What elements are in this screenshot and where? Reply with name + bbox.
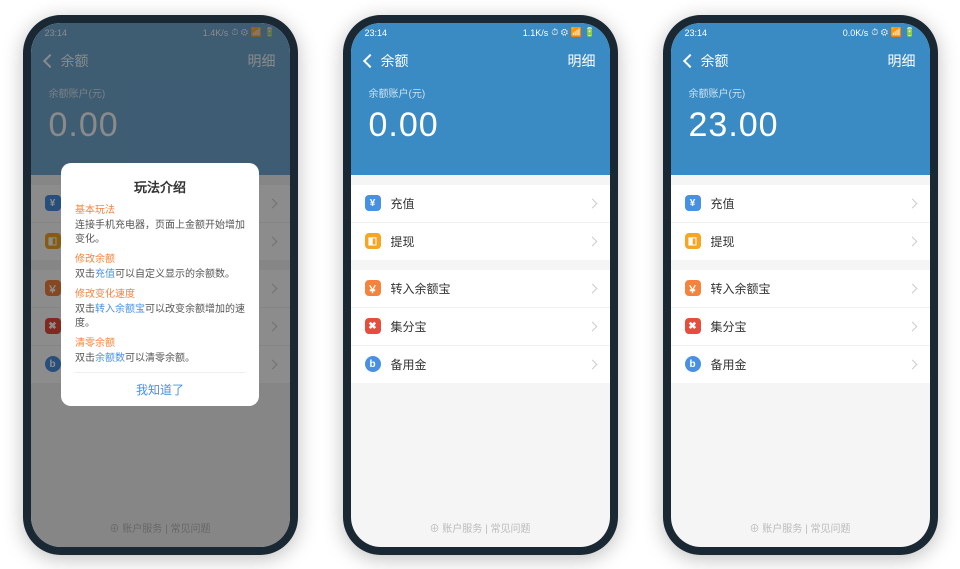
dialog-sec4-link: 余额数 xyxy=(95,353,125,364)
item-label: 转入余额宝 xyxy=(391,280,451,297)
item-label: 充值 xyxy=(391,195,415,212)
item-label: 提现 xyxy=(391,233,415,250)
list-item[interactable]: b 备用金 xyxy=(351,346,610,383)
balance-value[interactable]: 0.00 xyxy=(369,106,592,145)
footer-links[interactable]: ⊕ 账户服务 | 常见问题 xyxy=(351,512,610,547)
item-label: 集分宝 xyxy=(711,318,747,335)
header-title: 余额 xyxy=(701,51,729,71)
yuebao-icon: ￥ xyxy=(365,280,381,296)
item-label: 集分宝 xyxy=(391,318,427,335)
balance-label: 余额账户(元) xyxy=(369,85,592,100)
jifenbao-icon: ✖ xyxy=(365,318,381,334)
dialog-sec1-text: 连接手机充电器，页面上金额开始增加变化。 xyxy=(75,220,245,245)
header: 余额 明细 xyxy=(671,43,930,81)
jifenbao-icon: ✖ xyxy=(685,318,701,334)
status-icons: ⏱ ⚙ 📶 🔋 xyxy=(871,27,915,38)
item-label: 备用金 xyxy=(711,356,747,373)
list-item[interactable]: ◧ 提现 xyxy=(671,223,930,260)
chevron-right-icon xyxy=(587,321,597,331)
back-button[interactable]: 余额 xyxy=(685,51,729,71)
list-item[interactable]: ￥ 转入余额宝 xyxy=(351,270,610,308)
header: 余额 明细 xyxy=(351,43,610,81)
screen: 23:14 0.0K/s⏱ ⚙ 📶 🔋 余额 明细 余额账户(元) 23.00 … xyxy=(671,23,930,547)
status-bar: 23:14 0.0K/s⏱ ⚙ 📶 🔋 xyxy=(671,23,930,43)
menu-list: ¥ 充值 ◧ 提现 ￥ 转入余额宝 ✖ 集分宝 b 备用金 xyxy=(351,175,610,512)
balance-value[interactable]: 23.00 xyxy=(689,106,912,145)
chevron-left-icon xyxy=(682,53,696,67)
dialog-sec2-link: 充值 xyxy=(95,269,115,280)
list-item[interactable]: ✖ 集分宝 xyxy=(351,308,610,346)
recharge-icon: ¥ xyxy=(685,195,701,211)
list-item[interactable]: ✖ 集分宝 xyxy=(671,308,930,346)
beiyongjin-icon: b xyxy=(685,356,701,372)
status-icons: ⏱ ⚙ 📶 🔋 xyxy=(551,27,595,38)
list-item[interactable]: ◧ 提现 xyxy=(351,223,610,260)
dialog-title: 玩法介绍 xyxy=(75,177,245,196)
detail-link[interactable]: 明细 xyxy=(888,51,916,71)
recharge-icon: ¥ xyxy=(365,195,381,211)
chevron-right-icon xyxy=(587,198,597,208)
list-item[interactable]: ¥ 充值 xyxy=(671,185,930,223)
dialog-sec3-link: 转入余额宝 xyxy=(95,304,145,315)
status-net: 0.0K/s xyxy=(843,28,869,38)
beiyongjin-icon: b xyxy=(365,356,381,372)
chevron-right-icon xyxy=(907,283,917,293)
item-label: 备用金 xyxy=(391,356,427,373)
item-label: 转入余额宝 xyxy=(711,280,771,297)
status-time: 23:14 xyxy=(365,28,388,38)
modal-overlay: 玩法介绍 基本玩法连接手机充电器，页面上金额开始增加变化。 修改余额双击充值可以… xyxy=(31,23,290,547)
balance-area: 余额账户(元) 23.00 xyxy=(671,81,930,175)
balance-area: 余额账户(元) 0.00 xyxy=(351,81,610,175)
dialog-sec2-label: 修改余额 xyxy=(75,253,245,267)
list-item[interactable]: b 备用金 xyxy=(671,346,930,383)
withdraw-icon: ◧ xyxy=(365,233,381,249)
status-bar: 23:14 1.1K/s⏱ ⚙ 📶 🔋 xyxy=(351,23,610,43)
chevron-right-icon xyxy=(907,198,917,208)
header-title: 余额 xyxy=(381,51,409,71)
phone-1: 23:14 1.4K/s ⏱ ⚙ 📶 🔋 余额 明细 余额账户(元) 0.00 … xyxy=(23,15,298,555)
withdraw-icon: ◧ xyxy=(685,233,701,249)
screen: 23:14 1.4K/s ⏱ ⚙ 📶 🔋 余额 明细 余额账户(元) 0.00 … xyxy=(31,23,290,547)
item-label: 充值 xyxy=(711,195,735,212)
dialog-sec1-label: 基本玩法 xyxy=(75,204,245,218)
chevron-right-icon xyxy=(587,283,597,293)
dialog-confirm-button[interactable]: 我知道了 xyxy=(75,372,245,398)
menu-list: ¥ 充值 ◧ 提现 ￥ 转入余额宝 ✖ 集分宝 b 备用金 xyxy=(671,175,930,512)
footer-links[interactable]: ⊕ 账户服务 | 常见问题 xyxy=(671,512,930,547)
phone-3: 23:14 0.0K/s⏱ ⚙ 📶 🔋 余额 明细 余额账户(元) 23.00 … xyxy=(663,15,938,555)
dialog-sec4-label: 清零余额 xyxy=(75,337,245,351)
chevron-right-icon xyxy=(907,359,917,369)
chevron-left-icon xyxy=(362,53,376,67)
list-item[interactable]: ￥ 转入余额宝 xyxy=(671,270,930,308)
status-time: 23:14 xyxy=(685,28,708,38)
yuebao-icon: ￥ xyxy=(685,280,701,296)
back-button[interactable]: 余额 xyxy=(365,51,409,71)
item-label: 提现 xyxy=(711,233,735,250)
dialog-sec3-label: 修改变化速度 xyxy=(75,288,245,302)
balance-label: 余额账户(元) xyxy=(689,85,912,100)
chevron-right-icon xyxy=(587,236,597,246)
status-net: 1.1K/s xyxy=(523,28,549,38)
chevron-right-icon xyxy=(907,321,917,331)
list-item[interactable]: ¥ 充值 xyxy=(351,185,610,223)
phone-2: 23:14 1.1K/s⏱ ⚙ 📶 🔋 余额 明细 余额账户(元) 0.00 ¥… xyxy=(343,15,618,555)
chevron-right-icon xyxy=(587,359,597,369)
screen: 23:14 1.1K/s⏱ ⚙ 📶 🔋 余额 明细 余额账户(元) 0.00 ¥… xyxy=(351,23,610,547)
tutorial-dialog: 玩法介绍 基本玩法连接手机充电器，页面上金额开始增加变化。 修改余额双击充值可以… xyxy=(61,163,259,406)
chevron-right-icon xyxy=(907,236,917,246)
detail-link[interactable]: 明细 xyxy=(568,51,596,71)
